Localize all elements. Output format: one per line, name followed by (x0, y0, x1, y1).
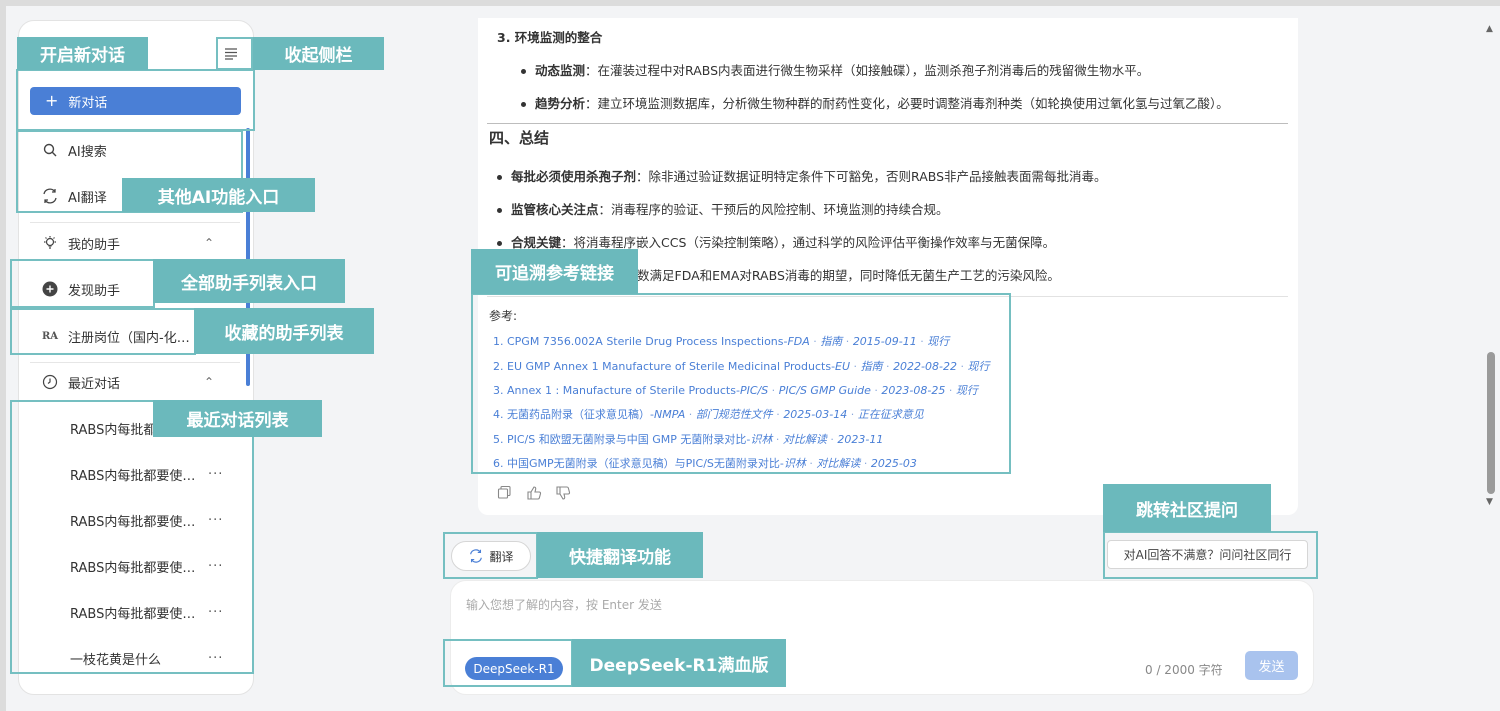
annotation-label-fav-assistants: 收藏的助手列表 (194, 308, 374, 354)
chevron-up-icon[interactable]: ⌃ (204, 375, 214, 389)
bullet-text: ：将消毒程序嵌入CCS（污染控制策略），通过科学的风险评估平衡操作效率与无菌保障… (561, 235, 1056, 250)
annotation-box-fav-assistants (10, 308, 196, 355)
sidebar-section-label: 我的助手 (68, 237, 121, 253)
summary-item: 每批必须使用杀孢子剂：除非通过验证数据证明特定条件下可豁免，否则RABS非产品接… (497, 166, 1107, 185)
bullet-dot (497, 241, 502, 246)
annotation-label-recent-list: 最近对话列表 (153, 400, 322, 437)
bullet-dot (521, 69, 526, 74)
bullet-text: ：除非通过验证数据证明特定条件下可豁免，否则RABS非产品接触表面需每批消毒。 (636, 169, 1107, 184)
bullet-text: ：消毒程序的验证、干预后的风险控制、环境监测的持续合规。 (598, 202, 949, 217)
bullet-bold: 每批必须使用杀孢子剂 (511, 169, 637, 184)
frame-border-top (0, 0, 1500, 6)
sidebar-section-label: 最近对话 (68, 376, 121, 392)
thumbs-up-icon[interactable] (526, 485, 542, 501)
chevron-up-icon[interactable]: ⌃ (204, 236, 214, 250)
send-button[interactable]: 发送 (1245, 651, 1298, 680)
annotation-label-all-assistants: 全部助手列表入口 (153, 259, 345, 303)
annotation-box-deepseek (443, 639, 573, 687)
frame-border-left (0, 0, 6, 711)
annotation-box-translate (443, 532, 538, 579)
summary-text-tail: 数满足FDA和EMA对RABS消毒的期望，同时降低无菌生产工艺的污染风险。 (637, 268, 1060, 283)
sidebar-divider (30, 362, 240, 363)
clock-icon (40, 374, 60, 390)
bullet-text: ：在灌装过程中对RABS内表面进行微生物采样（如接触碟），监测杀孢子剂消毒后的残… (585, 63, 1150, 78)
annotation-label-new-chat: 开启新对话 (17, 37, 148, 70)
scroll-up-arrow-icon[interactable]: ▲ (1486, 24, 1493, 34)
bullet-dot (497, 175, 502, 180)
chat-input-placeholder[interactable]: 输入您想了解的内容，按 Enter 发送 (466, 596, 662, 613)
annotation-box-community (1103, 531, 1318, 579)
bullet-bold: 监管核心关注点 (511, 202, 599, 217)
section-heading: 3. 环境监测的整合 (497, 30, 603, 45)
bullet-bold: 趋势分析 (535, 96, 586, 111)
bullet-item: 动态监测：在灌装过程中对RABS内表面进行微生物采样（如接触碟），监测杀孢子剂消… (521, 60, 1149, 79)
bullet-bold: 合规关键 (511, 235, 562, 250)
annotation-label-other-ai: 其他AI功能入口 (122, 178, 315, 212)
annotation-label-community: 跳转社区提问 (1103, 484, 1271, 532)
bullet-dot (521, 102, 526, 107)
sidebar-divider (30, 222, 240, 223)
annotation-label-translate: 快捷翻译功能 (537, 532, 703, 578)
bullet-text: ：建立环境监测数据库，分析微生物种群的耐药性变化，必要时调整消毒剂种类（如轮换使… (585, 96, 1229, 111)
summary-heading: 四、总结 (489, 129, 550, 147)
annotation-box-new-chat (16, 69, 255, 131)
copy-icon[interactable] (497, 485, 513, 501)
sidebar-section-my-assistants[interactable]: 我的助手 (40, 233, 120, 253)
lightbulb-icon (40, 235, 60, 251)
annotation-box-collapse (216, 37, 253, 70)
section-divider (487, 123, 1288, 124)
sidebar-section-recent[interactable]: 最近对话 (40, 372, 120, 392)
annotation-label-deepseek: DeepSeek-R1满血版 (572, 639, 786, 687)
page-scrollbar-thumb[interactable] (1487, 352, 1495, 494)
scroll-down-arrow-icon[interactable]: ▼ (1486, 497, 1493, 507)
bullet-item: 趋势分析：建立环境监测数据库，分析微生物种群的耐药性变化，必要时调整消毒剂种类（… (521, 93, 1229, 112)
annotation-label-refs: 可追溯参考链接 (471, 249, 638, 294)
summary-item: 监管核心关注点：消毒程序的验证、干预后的风险控制、环境监测的持续合规。 (497, 199, 949, 218)
annotation-label-collapse: 收起侧栏 (253, 37, 384, 70)
annotation-box-all-assistants (10, 259, 155, 308)
char-count: 0 / 2000 字符 (1145, 663, 1223, 677)
annotation-box-recent-list (10, 400, 254, 674)
bullet-bold: 动态监测 (535, 63, 586, 78)
annotation-box-refs (471, 293, 1011, 474)
bullet-dot (497, 208, 502, 213)
thumbs-down-icon[interactable] (555, 485, 571, 501)
